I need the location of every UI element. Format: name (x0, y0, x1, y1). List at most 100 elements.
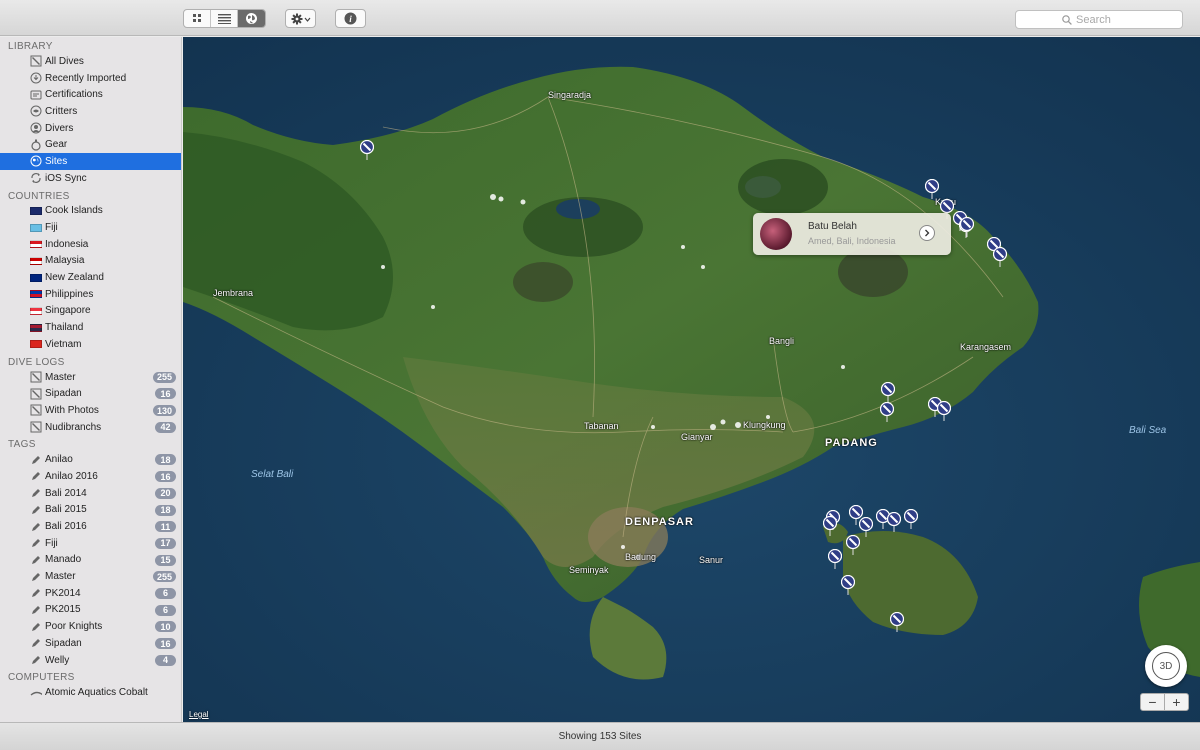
tag-item-master[interactable]: Master 255 (0, 568, 181, 585)
dive-log-icon (30, 421, 42, 433)
grid-view-button[interactable] (184, 10, 211, 27)
sidebar-item-recently-imported[interactable]: Recently Imported (0, 70, 181, 87)
zoom-control: − + (1140, 693, 1189, 711)
flag-icon (30, 205, 42, 217)
country-item-fiji[interactable]: Fiji (0, 219, 181, 236)
dive-log-item-master[interactable]: Master 255 (0, 369, 181, 386)
tag-item-poor-knights[interactable]: Poor Knights 10 (0, 618, 181, 635)
map-place-label: Gianyar (681, 432, 713, 442)
tag-item-pk2015[interactable]: PK2015 6 (0, 602, 181, 619)
sidebar-item-ios-sync[interactable]: iOS Sync (0, 170, 181, 187)
dive-log-item-sipadan[interactable]: Sipadan 16 (0, 385, 181, 402)
tag-icon (30, 470, 42, 482)
dive-site-pin[interactable] (845, 534, 861, 555)
search-field[interactable] (1015, 10, 1183, 29)
fish-icon (30, 105, 42, 117)
dive-log-item-nudibranchs[interactable]: Nudibranchs 42 (0, 419, 181, 436)
search-input[interactable] (1076, 13, 1136, 26)
list-view-button[interactable] (211, 10, 238, 27)
count-badge: 18 (155, 504, 176, 516)
country-item-new-zealand[interactable]: New Zealand (0, 269, 181, 286)
country-item-thailand[interactable]: Thailand (0, 319, 181, 336)
sidebar-item-certifications[interactable]: Certifications (0, 86, 181, 103)
sidebar-item-label: Recently Imported (45, 72, 127, 84)
flag-icon (30, 272, 42, 284)
dive-site-pin[interactable] (858, 516, 874, 537)
dive-log-icon (30, 55, 42, 67)
compass-3d-button[interactable]: 3D (1145, 645, 1187, 687)
count-badge: 255 (152, 571, 176, 583)
country-item-philippines[interactable]: Philippines (0, 286, 181, 303)
tag-item-fiji[interactable]: Fiji 17 (0, 535, 181, 552)
dive-site-pin[interactable] (992, 246, 1008, 267)
count-badge: 20 (155, 487, 176, 499)
country-item-vietnam[interactable]: Vietnam (0, 336, 181, 353)
sea-label: Bali Sea (1129, 425, 1167, 436)
dive-log-icon (30, 404, 42, 416)
country-item-malaysia[interactable]: Malaysia (0, 253, 181, 270)
tag-item-welly[interactable]: Welly 4 (0, 652, 181, 669)
country-item-indonesia[interactable]: Indonesia (0, 236, 181, 253)
country-item-label: New Zealand (45, 272, 104, 284)
dive-log-item-with-photos[interactable]: With Photos 130 (0, 402, 181, 419)
satellite-map[interactable]: Singaradja Jembrana Kubu Bangli Karangas… (183, 37, 1200, 722)
dive-site-pin[interactable] (879, 401, 895, 422)
tag-item-bali-2015[interactable]: Bali 2015 18 (0, 502, 181, 519)
sidebar-item-all-dives[interactable]: All Dives (0, 53, 181, 70)
legal-link[interactable]: Legal (189, 710, 209, 719)
sidebar-item-sites[interactable]: Sites (0, 153, 181, 170)
tag-item-bali-2014[interactable]: Bali 2014 20 (0, 485, 181, 502)
action-menu-button[interactable] (285, 9, 316, 28)
count-badge: 255 (152, 371, 176, 383)
dive-site-pin[interactable] (840, 574, 856, 595)
gear-regulator-icon (30, 139, 42, 151)
dive-site-pin[interactable] (886, 511, 902, 532)
callout-title: Batu Belah (808, 221, 857, 232)
tag-item-sipadan[interactable]: Sipadan 16 (0, 635, 181, 652)
tag-item-manado[interactable]: Manado 15 (0, 552, 181, 569)
countries-heading: COUNTRIES (8, 190, 70, 202)
dive-site-pin[interactable] (827, 548, 843, 569)
dive-site-pin[interactable] (936, 400, 952, 421)
info-icon: i (344, 12, 357, 25)
tag-icon (30, 504, 42, 516)
dive-site-pin[interactable] (959, 216, 975, 237)
info-button[interactable]: i (335, 9, 366, 28)
tag-icon (30, 587, 42, 599)
tag-item-anilao-2016[interactable]: Anilao 2016 16 (0, 468, 181, 485)
country-item-singapore[interactable]: Singapore (0, 303, 181, 320)
map-place-label: Singaradja (548, 90, 592, 100)
dive-site-pin[interactable] (903, 508, 919, 529)
flag-icon (30, 222, 42, 234)
country-item-cook-islands[interactable]: Cook Islands (0, 203, 181, 220)
tag-item-anilao[interactable]: Anilao 18 (0, 451, 181, 468)
zoom-in-button[interactable]: + (1165, 694, 1188, 710)
dive-site-pin[interactable] (924, 178, 940, 199)
sidebar-item-divers[interactable]: Divers (0, 120, 181, 137)
flag-icon (30, 288, 42, 300)
computer-item-atomic-aquatics-cobalt[interactable]: Atomic Aquatics Cobalt (0, 684, 181, 701)
tag-item-bali-2016[interactable]: Bali 2016 11 (0, 518, 181, 535)
dive-site-callout[interactable]: Batu Belah Amed, Bali, Indonesia (753, 213, 951, 255)
dive-site-pin[interactable] (822, 515, 838, 536)
tag-icon (30, 521, 42, 533)
tag-item-pk2014[interactable]: PK2014 6 (0, 585, 181, 602)
sidebar-item-gear[interactable]: Gear (0, 136, 181, 153)
flag-icon (30, 255, 42, 267)
dive-site-pin[interactable] (359, 139, 375, 160)
dive-log-item-label: With Photos (45, 404, 99, 416)
map-imagery (183, 37, 1200, 722)
sidebar: LIBRARY All Dives Recently Imported Certif… (0, 37, 182, 722)
dive-logs-heading: DIVE LOGS (8, 356, 65, 368)
zoom-out-button[interactable]: − (1141, 694, 1165, 710)
dive-site-photo (760, 218, 792, 250)
map-view-button[interactable] (238, 10, 265, 27)
dive-site-pin[interactable] (880, 381, 896, 402)
country-item-label: Malaysia (45, 255, 85, 267)
dive-site-pin[interactable] (889, 611, 905, 632)
sidebar-item-label: Critters (45, 105, 78, 117)
tag-icon (30, 454, 42, 466)
flag-icon (30, 322, 42, 334)
callout-detail-button[interactable] (919, 225, 935, 241)
sidebar-item-critters[interactable]: Critters (0, 103, 181, 120)
